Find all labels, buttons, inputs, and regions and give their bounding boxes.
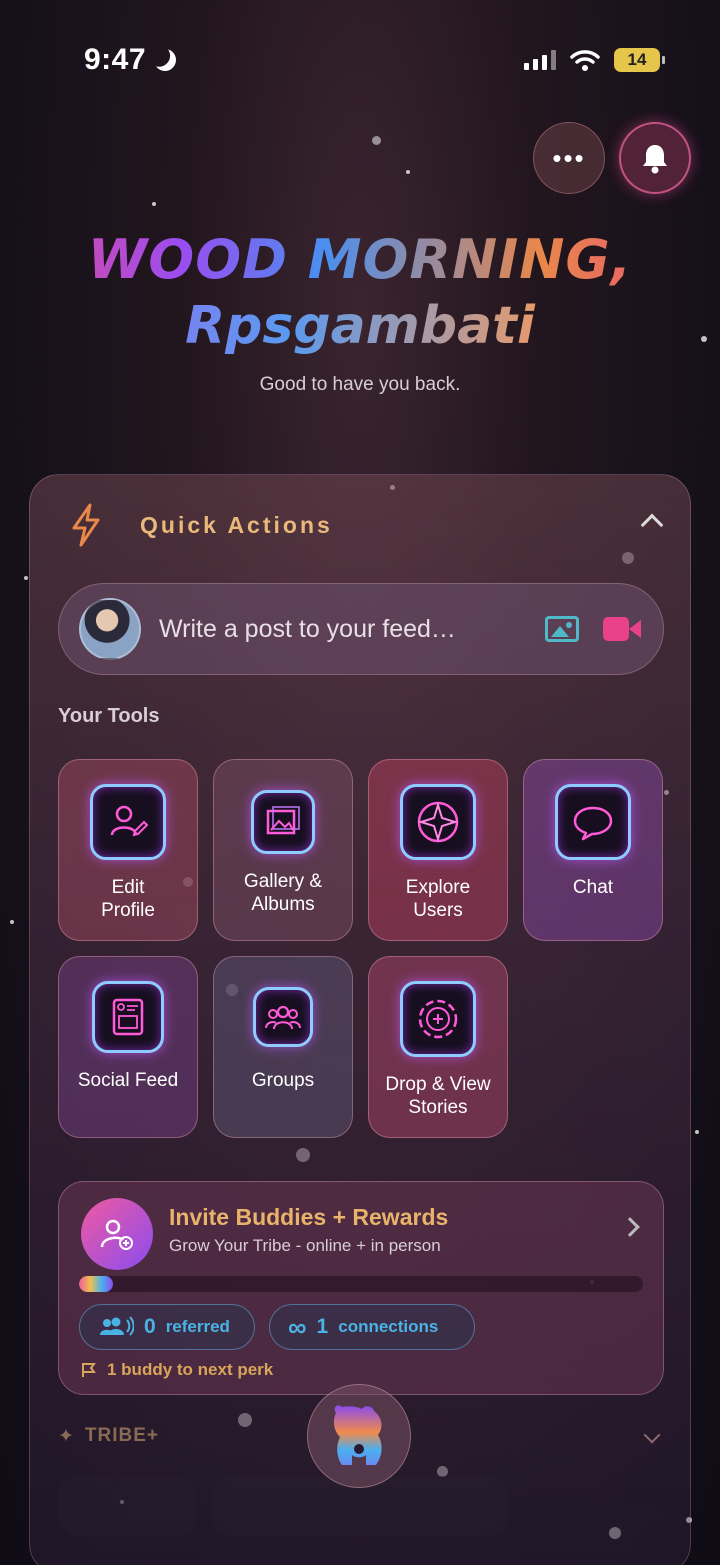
- video-camera-icon[interactable]: [603, 617, 641, 641]
- add-user-icon: [81, 1198, 153, 1270]
- referral-progress-fill: [79, 1276, 113, 1292]
- tribe-tile-placeholder: [58, 1476, 196, 1536]
- chat-bubble-icon: [555, 784, 631, 860]
- gallery-icon: [251, 790, 315, 854]
- stories-icon: [400, 981, 476, 1057]
- feed-icon: [92, 981, 164, 1053]
- tool-edit-profile[interactable]: Edit Profile: [58, 759, 198, 941]
- connections-pill[interactable]: ∞ 1 connections: [269, 1304, 475, 1350]
- referred-label: referred: [165, 1317, 230, 1336]
- tools-label: Your Tools: [58, 705, 160, 727]
- sparkle-icon: ✦: [58, 1426, 75, 1447]
- invite-subtitle: Grow Your Tribe - online + in person: [169, 1236, 441, 1255]
- tool-label: Explore Users: [405, 877, 471, 921]
- edit-profile-icon: [90, 784, 166, 860]
- ellipsis-icon: •••: [552, 142, 586, 173]
- greeting-title: WOOD MORNING,: [0, 228, 720, 292]
- tribe-section-header[interactable]: ✦ TRIBE+: [58, 1425, 159, 1448]
- invite-rewards-card[interactable]: Invite Buddies + Rewards Grow Your Tribe…: [58, 1181, 664, 1395]
- connections-label: connections: [338, 1317, 439, 1336]
- groups-icon: [253, 987, 313, 1047]
- referred-pill[interactable]: 0 referred: [79, 1304, 255, 1350]
- tool-label: Groups: [251, 1070, 315, 1091]
- post-composer[interactable]: Write a post to your feed…: [58, 583, 664, 675]
- lightning-icon: [72, 503, 100, 547]
- home-bear-button[interactable]: [307, 1384, 411, 1488]
- referral-progress-bar: [79, 1276, 643, 1292]
- quick-actions-title: Quick Actions: [140, 511, 333, 538]
- greeting-subtitle: Good to have you back.: [259, 374, 461, 395]
- referred-count: 0: [144, 1315, 156, 1338]
- user-avatar: [79, 598, 141, 660]
- tool-social-feed[interactable]: Social Feed: [58, 956, 198, 1138]
- moon-icon: [151, 46, 179, 74]
- invite-title: Invite Buddies + Rewards: [169, 1204, 449, 1230]
- notifications-button[interactable]: [619, 122, 691, 194]
- cellular-signal-icon: [524, 50, 556, 70]
- connections-count: 1: [316, 1315, 329, 1338]
- bell-icon: [643, 145, 667, 174]
- compass-icon: [400, 784, 476, 860]
- infinity-icon: ∞: [288, 1312, 307, 1342]
- clock-time: 9:47: [84, 43, 147, 76]
- quick-actions-header[interactable]: Quick Actions: [70, 503, 333, 547]
- photo-icon[interactable]: [545, 616, 579, 642]
- tool-gallery-albums[interactable]: Gallery & Albums: [213, 759, 353, 941]
- status-bar: 9:47 14: [84, 40, 665, 80]
- greeting: WOOD MORNING, Rpsgambati Good to have yo…: [0, 228, 720, 396]
- system-indicators: 14: [524, 48, 665, 72]
- collapse-chevron-icon[interactable]: [640, 513, 664, 537]
- tool-chat[interactable]: Chat: [523, 759, 663, 941]
- battery-indicator: 14: [614, 48, 665, 72]
- tool-label: Social Feed: [77, 1070, 179, 1091]
- wifi-icon: [570, 50, 600, 71]
- tool-groups[interactable]: Groups: [213, 956, 353, 1138]
- tool-label: Chat: [572, 877, 614, 898]
- tribe-label: TRIBE+: [84, 1425, 160, 1446]
- chevron-right-icon[interactable]: [620, 1217, 640, 1237]
- greeting-username: Rpsgambati: [0, 292, 720, 360]
- flag-icon: [82, 1363, 96, 1377]
- composer-input[interactable]: Write a post to your feed…: [159, 615, 545, 644]
- expand-chevron-icon[interactable]: [643, 1426, 661, 1444]
- tool-label: Edit Profile: [101, 877, 155, 921]
- tool-explore-users[interactable]: Explore Users: [368, 759, 508, 941]
- bear-logo-icon: [333, 1405, 382, 1465]
- perk-text: 1 buddy to next perk: [107, 1360, 274, 1379]
- tool-label: Drop & View Stories: [385, 1074, 491, 1118]
- next-perk-note: 1 buddy to next perk: [81, 1360, 273, 1380]
- tool-label: Gallery & Albums: [243, 871, 323, 915]
- people-broadcast-icon: [100, 1316, 134, 1336]
- tool-drop-view-stories[interactable]: Drop & View Stories: [368, 956, 508, 1138]
- more-options-button[interactable]: •••: [533, 122, 605, 194]
- clock: 9:47: [84, 43, 176, 77]
